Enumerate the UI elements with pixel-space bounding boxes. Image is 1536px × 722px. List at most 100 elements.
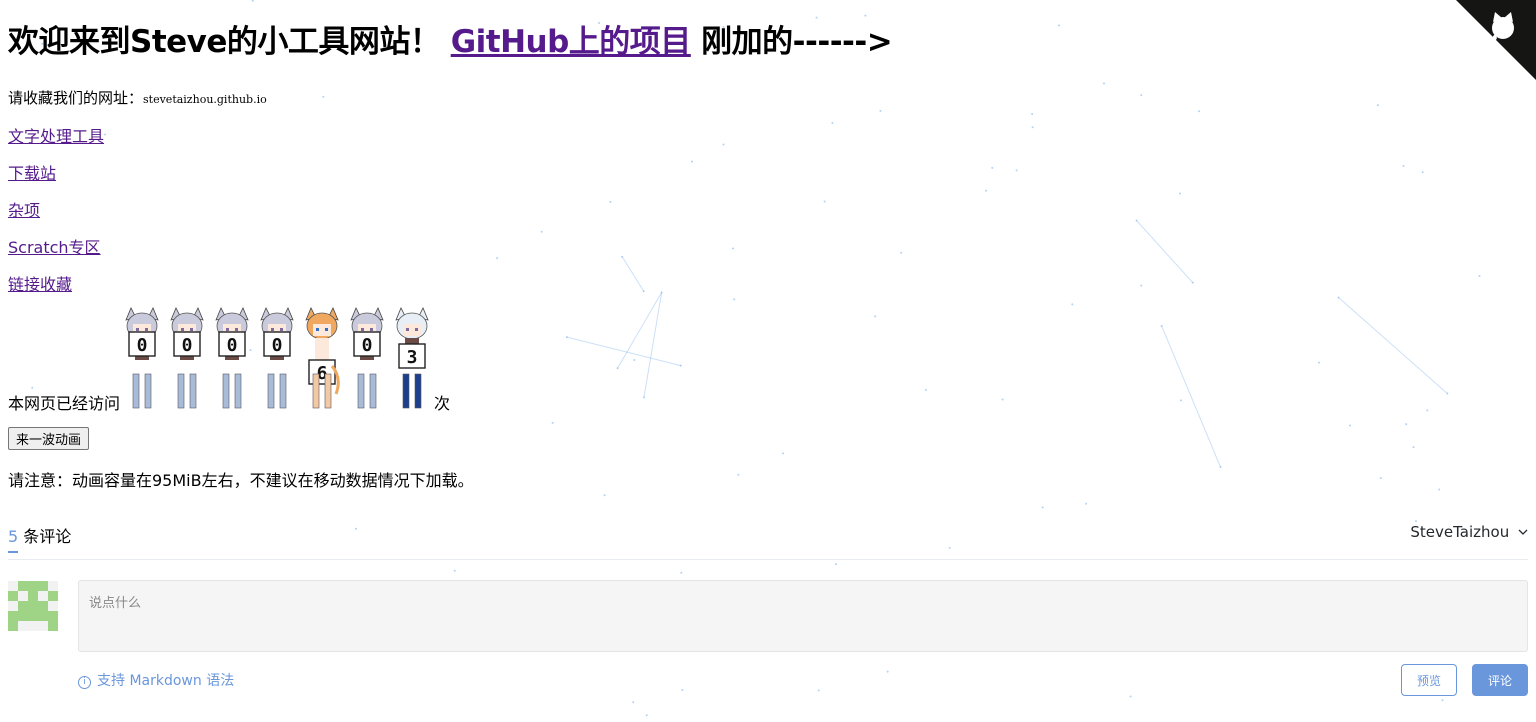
counter-digit-value: 0 bbox=[227, 335, 238, 356]
particle-dot bbox=[1015, 169, 1018, 172]
particle-dot bbox=[733, 298, 736, 301]
particle-dot bbox=[900, 251, 903, 254]
counter-digit-2: 0 bbox=[215, 307, 249, 409]
markdown-hint[interactable]: i 支持 Markdown 语法 bbox=[78, 670, 234, 690]
particle-dot bbox=[991, 166, 994, 169]
particle-link bbox=[566, 336, 681, 367]
particle-link bbox=[617, 292, 663, 369]
particle-dot bbox=[322, 95, 325, 98]
particle-link bbox=[1136, 220, 1194, 283]
particle-dot bbox=[1414, 520, 1417, 523]
particle-link bbox=[621, 256, 645, 292]
particle-dot bbox=[681, 689, 684, 692]
particle-dot bbox=[616, 367, 619, 370]
particle-dot bbox=[874, 315, 877, 318]
nav-link-text-tools[interactable]: 文字处理工具 bbox=[8, 123, 104, 147]
title-prefix: 欢迎来到Steve的小工具网站！ bbox=[8, 24, 441, 60]
particle-dot bbox=[1001, 398, 1004, 401]
particle-dot bbox=[603, 494, 606, 497]
github-projects-link[interactable]: GitHub上的项目 bbox=[451, 24, 692, 60]
particle-dot bbox=[1376, 104, 1379, 107]
particle-dot bbox=[831, 122, 834, 125]
animation-size-notice: 请注意：动画容量在95MiB左右，不建议在移动数据情况下加载。 bbox=[8, 471, 474, 490]
github-corner-icon[interactable] bbox=[1456, 0, 1536, 80]
markdown-hint-text: 支持 Markdown 语法 bbox=[97, 673, 235, 689]
particle-dot bbox=[1140, 94, 1143, 97]
particle-dot bbox=[642, 290, 645, 293]
particle-dot bbox=[679, 364, 682, 367]
particle-dot bbox=[886, 670, 889, 673]
counter-digit-4: 6 bbox=[305, 307, 340, 409]
particle-dot bbox=[732, 247, 735, 250]
nav-link-misc[interactable]: 杂项 bbox=[8, 197, 40, 221]
particle-dot bbox=[1041, 506, 1044, 509]
particle-dot bbox=[1085, 502, 1088, 505]
info-icon: i bbox=[78, 676, 91, 689]
particle-dot bbox=[737, 473, 740, 476]
particle-dot bbox=[1198, 110, 1201, 113]
particle-dot bbox=[551, 421, 554, 424]
site-url: stevetaizhou.github.io bbox=[143, 93, 267, 106]
bookmark-label: 请收藏我们的网址： bbox=[8, 89, 144, 107]
particle-dot bbox=[1438, 488, 1441, 491]
particle-dot bbox=[864, 14, 867, 17]
particle-dot bbox=[815, 16, 818, 19]
particle-dot bbox=[1478, 275, 1481, 278]
particle-dot bbox=[1071, 303, 1074, 306]
counter-digit-value: 0 bbox=[272, 335, 283, 356]
particle-dot bbox=[782, 452, 785, 455]
particle-dot bbox=[1102, 82, 1105, 85]
particle-dot bbox=[1140, 284, 1143, 287]
particle-dot bbox=[1058, 24, 1061, 27]
comment-count-underline bbox=[8, 551, 18, 553]
play-animation-button[interactable]: 来一波动画 bbox=[8, 427, 90, 450]
particle-dot bbox=[633, 358, 636, 361]
particle-dot bbox=[1337, 296, 1340, 299]
particle-dot bbox=[642, 396, 645, 399]
particle-dot bbox=[1441, 699, 1444, 702]
counter-digit-5: 0 bbox=[350, 307, 384, 409]
comment-input[interactable]: 说点什么 bbox=[78, 580, 1528, 652]
submit-comment-button[interactable]: 评论 bbox=[1472, 664, 1528, 696]
counter-digit-0: 0 bbox=[125, 307, 159, 409]
particle-dot bbox=[1135, 219, 1138, 222]
preview-button[interactable]: 预览 bbox=[1401, 664, 1457, 696]
counter-digit-value: 0 bbox=[362, 335, 373, 356]
counter-digit-3: 0 bbox=[260, 307, 294, 409]
user-menu[interactable]: SteveTaizhou bbox=[1410, 523, 1528, 541]
particle-dot bbox=[453, 569, 456, 572]
particle-dot bbox=[1348, 424, 1351, 427]
counter-digit-value: 0 bbox=[182, 335, 193, 356]
counter-digit-value: 3 bbox=[407, 347, 418, 368]
particle-link bbox=[1161, 325, 1221, 468]
particle-dot bbox=[660, 291, 663, 294]
comment-input-placeholder: 说点什么 bbox=[89, 596, 142, 611]
particle-dot bbox=[104, 133, 107, 136]
comment-count: 5 条评论 bbox=[8, 523, 72, 553]
username: SteveTaizhou bbox=[1410, 523, 1510, 541]
particle-dot bbox=[1402, 164, 1405, 167]
particle-dot bbox=[496, 257, 499, 260]
particle-dot bbox=[680, 571, 683, 574]
particle-dot bbox=[1160, 324, 1163, 327]
user-avatar bbox=[8, 581, 58, 631]
comment-count-number: 5 bbox=[8, 527, 19, 546]
particle-dot bbox=[823, 200, 826, 203]
chevron-down-icon bbox=[1518, 529, 1528, 535]
comment-count-label: 条评论 bbox=[23, 527, 72, 546]
particle-dot bbox=[1379, 476, 1382, 479]
particle-dot bbox=[722, 143, 725, 146]
particle-dot bbox=[817, 689, 820, 692]
counter-digit-1: 0 bbox=[170, 307, 204, 409]
particle-dot bbox=[632, 701, 635, 704]
nav-link-scratch[interactable]: Scratch专区 bbox=[8, 234, 101, 258]
particle-dot bbox=[621, 255, 624, 258]
particle-dot bbox=[879, 109, 882, 112]
particle-dot bbox=[1446, 392, 1449, 395]
visit-counter: 0 0 0 0 6 0 3 bbox=[125, 307, 429, 409]
particle-dot bbox=[834, 563, 837, 566]
particle-dot bbox=[1179, 192, 1182, 195]
particle-dot bbox=[924, 388, 927, 391]
nav-link-bookmarks[interactable]: 链接收藏 bbox=[8, 271, 72, 295]
nav-link-downloads[interactable]: 下载站 bbox=[8, 160, 56, 184]
